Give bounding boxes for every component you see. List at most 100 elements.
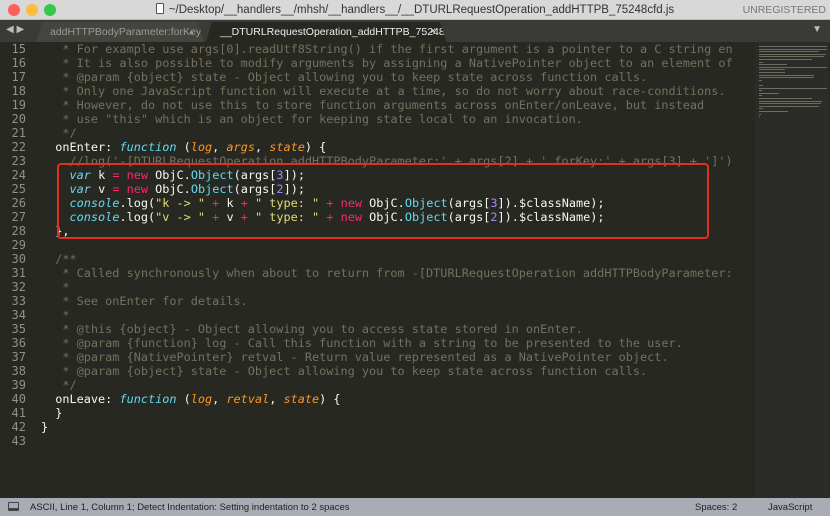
minimap-line	[759, 79, 762, 81]
code-token: * However, do not use this to store func…	[41, 98, 705, 112]
line-number: 25	[11, 182, 26, 196]
code-line[interactable]: * @param {NativePointer} retval - Return…	[41, 350, 669, 364]
status-message: ASCII, Line 1, Column 1; Detect Indentat…	[30, 502, 350, 513]
code-token: ,	[212, 140, 227, 154]
code-token: (	[176, 140, 191, 154]
tab-navigation-arrows-icon[interactable]: ◀ ▶	[6, 24, 24, 35]
minimap-line	[759, 103, 821, 105]
code-editor[interactable]: * For example use args[0].readUtf8String…	[41, 42, 755, 498]
line-number: 42	[11, 420, 26, 434]
code-line[interactable]: * @param {object} state - Object allowin…	[41, 364, 647, 378]
minimap[interactable]	[755, 42, 830, 498]
unregistered-label: UNREGISTERED	[742, 4, 826, 16]
panel-toggle-icon[interactable]	[8, 502, 19, 511]
code-line[interactable]: /**	[41, 252, 77, 266]
code-line[interactable]: onEnter: function (log, args, state) {	[41, 140, 326, 154]
code-token: * For example use args[0].readUtf8String…	[41, 42, 733, 56]
line-number: 15	[11, 42, 26, 56]
code-line[interactable]: * See onEnter for details.	[41, 294, 247, 308]
minimap-line	[759, 64, 787, 66]
line-number: 34	[11, 308, 26, 322]
code-line[interactable]: */	[41, 126, 77, 140]
code-line[interactable]: * However, do not use this to store func…	[41, 98, 704, 112]
minimap-line	[759, 87, 827, 89]
code-token: ) {	[319, 392, 341, 406]
code-line[interactable]: }	[41, 406, 62, 420]
code-token: function	[119, 392, 177, 406]
code-token: * @param {object} state - Object allowin…	[41, 70, 648, 84]
code-line[interactable]: * Only one JavaScript function will exec…	[41, 84, 726, 98]
code-token: *	[41, 308, 70, 322]
code-token: state	[269, 140, 305, 154]
minimap-line	[759, 108, 763, 110]
code-token: * @param {function} log - Call this func…	[41, 336, 683, 350]
line-number: 27	[11, 210, 26, 224]
tab-label: addHTTPBodyParameter:forKey:	[50, 26, 205, 38]
tab-bar: ◀ ▶ addHTTPBodyParameter:forKey: ● __DTU…	[0, 20, 830, 42]
line-number: 23	[11, 154, 26, 168]
line-number: 32	[11, 280, 26, 294]
line-number: 26	[11, 196, 26, 210]
code-token: * @this {object} - Object allowing you t…	[41, 322, 583, 336]
code-line[interactable]: *	[41, 280, 70, 294]
code-line[interactable]: *	[41, 308, 70, 322]
code-line[interactable]: onLeave: function (log, retval, state) {	[41, 392, 341, 406]
code-token: retval	[226, 392, 270, 406]
line-number: 33	[11, 294, 26, 308]
code-token: *	[41, 280, 70, 294]
close-tab-icon[interactable]: ×	[430, 26, 436, 37]
line-number: 31	[11, 266, 26, 280]
code-line[interactable]: * @this {object} - Object allowing you t…	[41, 322, 583, 336]
tab-addHTTPBodyParameter[interactable]: addHTTPBodyParameter:forKey: ●	[36, 22, 204, 42]
unsaved-dot-icon[interactable]: ●	[189, 28, 194, 37]
syntax-setting[interactable]: JavaScript	[768, 502, 812, 513]
code-token: * @param {NativePointer} retval - Return…	[41, 350, 669, 364]
line-number: 17	[11, 70, 26, 84]
tab-handler-file[interactable]: __DTURLRequestOperation_addHTTPB_75248cf…	[206, 22, 446, 42]
tab-menu-icon[interactable]: ▼	[812, 24, 822, 35]
code-token: * Called synchronously when about to ret…	[41, 266, 733, 280]
code-token: log	[190, 140, 213, 154]
line-number: 41	[11, 406, 26, 420]
minimap-line	[759, 90, 762, 92]
code-line[interactable]: * use "this" which is an object for keep…	[41, 112, 583, 126]
code-line[interactable]: * It is also possible to modify argument…	[41, 56, 733, 70]
line-number: 38	[11, 364, 26, 378]
code-line[interactable]: */	[41, 378, 77, 392]
line-number: 37	[11, 350, 26, 364]
code-token: ,	[212, 392, 227, 406]
code-line[interactable]: * Called synchronously when about to ret…	[41, 266, 733, 280]
code-token: * Only one JavaScript function will exec…	[41, 84, 726, 98]
code-token: }	[41, 420, 49, 434]
minimap-line	[759, 69, 785, 71]
code-line[interactable]: }	[41, 420, 48, 434]
line-number: 43	[11, 434, 26, 448]
line-number: 24	[11, 168, 26, 182]
code-token: onLeave:	[41, 392, 120, 406]
line-number: 28	[11, 224, 26, 238]
code-token: /**	[41, 252, 77, 266]
code-token: args	[226, 140, 255, 154]
line-number: 22	[11, 140, 26, 154]
code-token: * It is also possible to modify argument…	[41, 56, 733, 70]
indentation-setting[interactable]: Spaces: 2	[695, 502, 737, 513]
code-line[interactable]: * For example use args[0].readUtf8String…	[41, 42, 733, 56]
minimap-line	[759, 74, 815, 76]
code-line[interactable]: * @param {function} log - Call this func…	[41, 336, 683, 350]
code-token: * @param {object} state - Object allowin…	[41, 364, 648, 378]
line-number: 19	[11, 98, 26, 112]
minimap-line	[759, 113, 762, 115]
minimap-line	[759, 111, 789, 112]
code-token: */	[41, 378, 77, 392]
line-number: 40	[11, 392, 26, 406]
code-token: (	[176, 392, 191, 406]
code-line[interactable]: * @param {object} state - Object allowin…	[41, 70, 647, 84]
line-number: 29	[11, 238, 26, 252]
line-number: 39	[11, 378, 26, 392]
code-token: ) {	[304, 140, 327, 154]
code-token: */	[41, 126, 77, 140]
title-bar: ~/Desktop/__handlers__/mhsh/__handlers__…	[0, 0, 830, 20]
code-token: * use "this" which is an object for keep…	[41, 112, 583, 126]
document-icon	[155, 3, 164, 14]
code-token: state	[283, 392, 320, 406]
